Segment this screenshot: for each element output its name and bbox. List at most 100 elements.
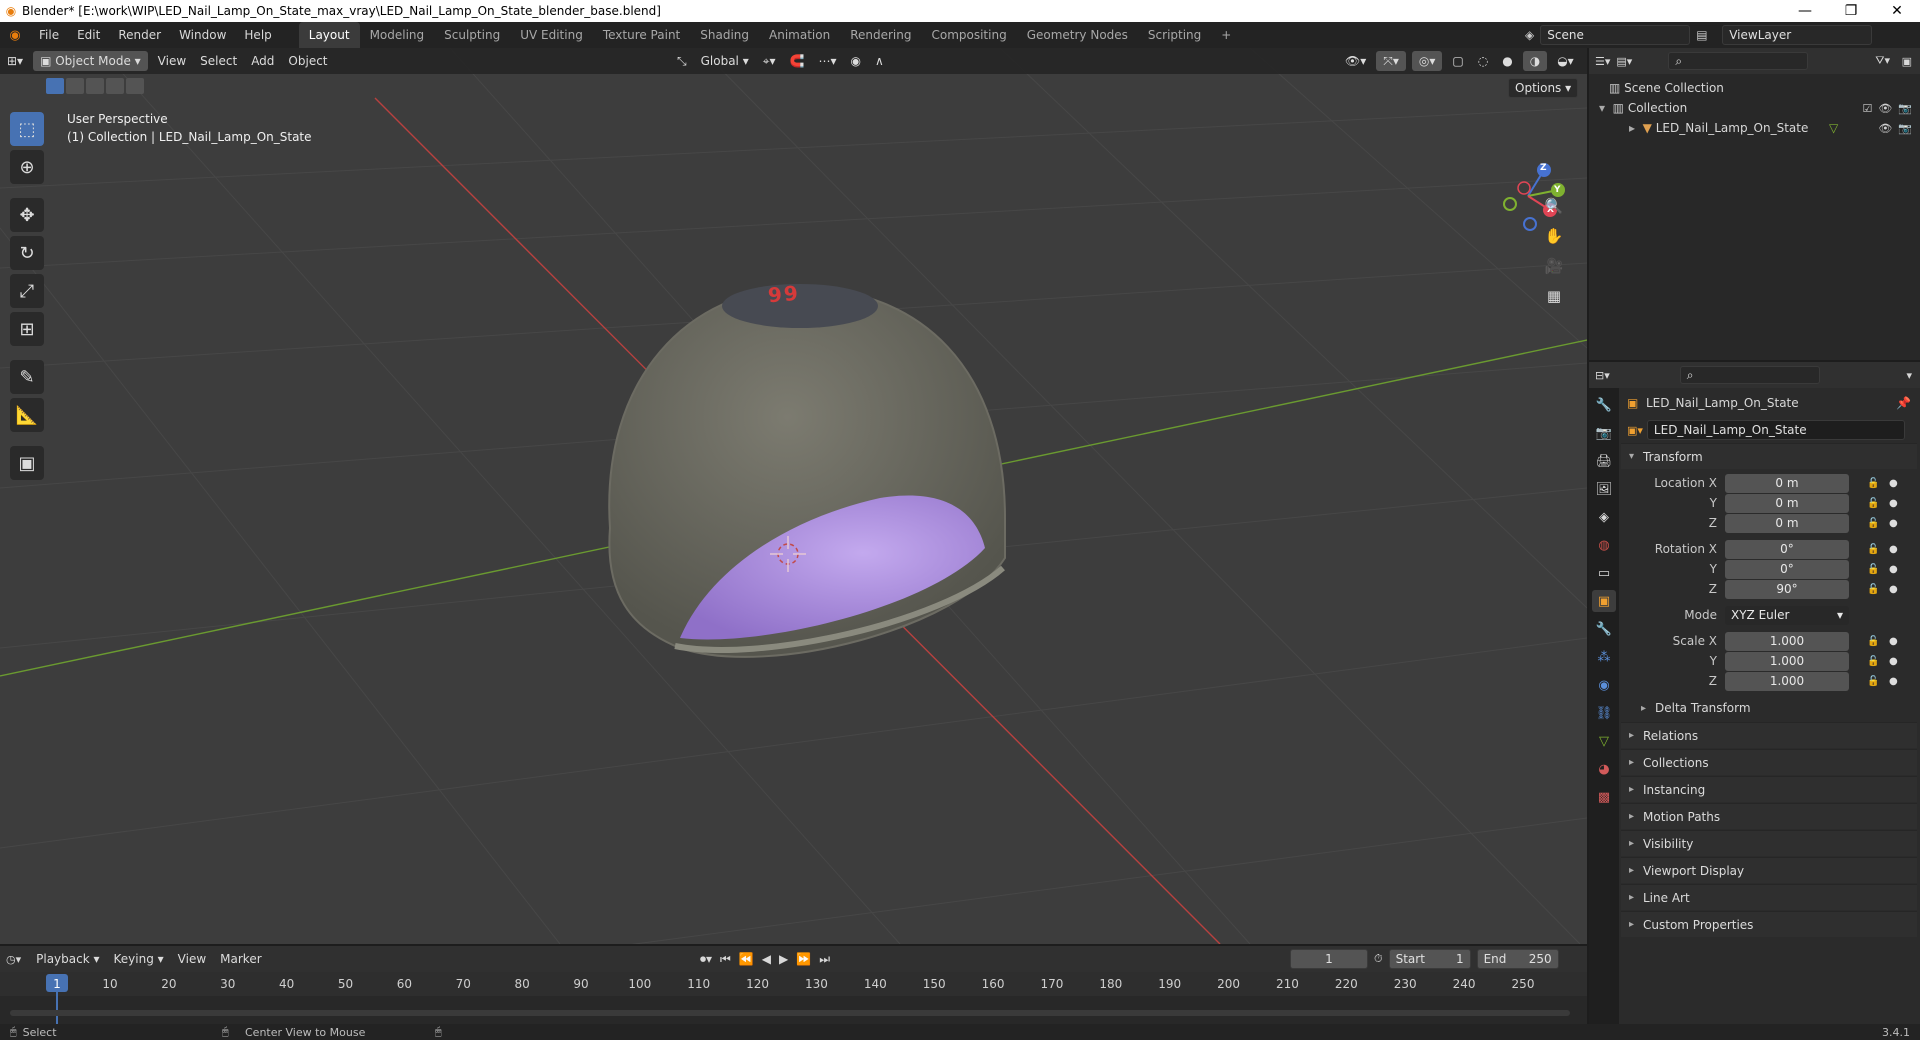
add-cube-tool[interactable]: ▣ xyxy=(10,446,44,480)
panel-line-art[interactable]: ▸ Line Art xyxy=(1621,884,1917,910)
filter-icon[interactable]: ⛛▾ xyxy=(1875,54,1890,68)
chevron-down-icon[interactable]: ▾ xyxy=(1906,369,1912,382)
options-dropdown[interactable]: Options ▾ xyxy=(1508,78,1579,98)
menu-edit[interactable]: Edit xyxy=(68,22,109,48)
tab-layout[interactable]: Layout xyxy=(298,22,360,48)
editor-type-icon[interactable]: ⊞▾ xyxy=(0,51,30,71)
physics-tab-icon[interactable]: ◉ xyxy=(1592,674,1616,696)
falloff-icon[interactable]: ∧ xyxy=(868,51,891,71)
cursor-tool[interactable]: ⊕ xyxy=(10,150,44,184)
scene-selector[interactable]: Scene xyxy=(1540,25,1691,45)
panel-motion-paths[interactable]: ▸ Motion Paths xyxy=(1621,803,1917,829)
tab-texture-paint[interactable]: Texture Paint xyxy=(593,22,690,48)
select-extend-icon[interactable] xyxy=(66,78,84,94)
keyframe-dot-icon[interactable]: ● xyxy=(1889,498,1898,509)
menu-marker[interactable]: Marker xyxy=(213,949,268,969)
constraints-tab-icon[interactable]: ⛓ xyxy=(1592,702,1616,724)
lock-icon[interactable]: 🔓 xyxy=(1867,584,1879,595)
mode-selector[interactable]: ▣ Object Mode ▾ xyxy=(33,51,148,71)
scene-tab-icon[interactable]: ◈ xyxy=(1592,506,1616,528)
menu-playback[interactable]: Playback ▾ xyxy=(29,949,106,969)
menu-help[interactable]: Help xyxy=(235,22,280,48)
checkbox-icon[interactable]: ☑ xyxy=(1862,102,1872,115)
collapse-arrow-icon[interactable]: ▸ xyxy=(1629,121,1643,135)
3d-viewport[interactable]: 99 Z Y X ⊞▾ ▣ Object Mode ▾ View Select … xyxy=(0,48,1587,944)
material-shading-icon[interactable]: ◑ xyxy=(1522,51,1548,71)
lock-icon[interactable]: 🔓 xyxy=(1867,656,1879,667)
menu-timeline-view[interactable]: View xyxy=(171,949,213,969)
lock-icon[interactable]: 🔓 xyxy=(1867,498,1879,509)
delta-transform-subpanel[interactable]: ▸ Delta Transform xyxy=(1621,695,1917,721)
view-layer-tab-icon[interactable]: 🖼 xyxy=(1592,478,1616,500)
current-frame-field[interactable]: 1 xyxy=(1290,949,1368,969)
panel-instancing[interactable]: ▸ Instancing xyxy=(1621,776,1917,802)
start-frame-field[interactable]: Start 1 xyxy=(1388,949,1471,969)
timeline-ruler[interactable]: 1 10 20 30 40 50 60 70 80 90 100 110 120 130 140 150 160… xyxy=(0,972,1587,1024)
lock-icon[interactable]: 🔓 xyxy=(1867,676,1879,687)
orientation-selector[interactable]: Global ▾ xyxy=(694,51,756,71)
outliner-editor-icon[interactable]: ☰▾ xyxy=(1595,55,1610,68)
select-new-icon[interactable] xyxy=(46,78,64,94)
stopwatch-icon[interactable]: ⏱ xyxy=(1374,952,1383,966)
tab-animation[interactable]: Animation xyxy=(759,22,840,48)
zoom-icon[interactable]: 🔍 xyxy=(1541,193,1567,219)
camera-icon[interactable]: 📷 xyxy=(1898,102,1912,115)
rotation-x-field[interactable]: 0° xyxy=(1725,539,1849,559)
camera-icon[interactable]: 📷 xyxy=(1898,122,1912,135)
pin-icon[interactable]: 📌 xyxy=(1896,396,1911,410)
menu-keying[interactable]: Keying ▾ xyxy=(107,949,171,969)
keyframe-dot-icon[interactable]: ● xyxy=(1889,544,1898,555)
transform-tool[interactable]: ⊞ xyxy=(10,312,44,346)
render-tab-icon[interactable]: 📷 xyxy=(1592,422,1616,444)
rotation-z-field[interactable]: 90° xyxy=(1725,579,1849,599)
rotation-y-field[interactable]: 0° xyxy=(1725,559,1849,579)
properties-search-input[interactable]: ⌕ xyxy=(1679,366,1820,384)
panel-relations[interactable]: ▸ Relations xyxy=(1621,722,1917,748)
keyframe-dot-icon[interactable]: ● xyxy=(1889,564,1898,575)
lock-icon[interactable]: 🔓 xyxy=(1867,518,1879,529)
measure-tool[interactable]: 📐 xyxy=(10,398,44,432)
tab-compositing[interactable]: Compositing xyxy=(921,22,1016,48)
wireframe-shading-icon[interactable]: ◌ xyxy=(1471,51,1495,71)
menu-window[interactable]: Window xyxy=(170,22,235,48)
keyframe-dot-icon[interactable]: ● xyxy=(1889,676,1898,687)
keyframe-dot-icon[interactable]: ● xyxy=(1889,636,1898,647)
scale-x-field[interactable]: 1.000 xyxy=(1725,631,1849,651)
keyframe-dot-icon[interactable]: ● xyxy=(1889,584,1898,595)
outliner-row-scene-collection[interactable]: ▥ Scene Collection xyxy=(1589,78,1920,98)
eye-icon[interactable]: 👁 xyxy=(1878,122,1892,135)
display-mode-icon[interactable]: ▤▾ xyxy=(1616,55,1632,68)
data-tab-icon[interactable]: ▽ xyxy=(1592,730,1616,752)
location-x-field[interactable]: 0 m xyxy=(1725,473,1849,493)
camera-view-icon[interactable]: 🎥 xyxy=(1541,253,1567,279)
select-intersect-icon[interactable] xyxy=(126,78,144,94)
outliner-search-input[interactable]: ⌕ xyxy=(1668,52,1809,70)
solid-shading-icon[interactable]: ● xyxy=(1495,51,1519,71)
tab-shading[interactable]: Shading xyxy=(690,22,759,48)
transform-panel-header[interactable]: ▾ Transform xyxy=(1621,443,1917,469)
panel-viewport-display[interactable]: ▸ Viewport Display xyxy=(1621,857,1917,883)
view-layer-selector[interactable]: ViewLayer xyxy=(1722,25,1873,45)
close-button[interactable]: ✕ xyxy=(1874,0,1920,22)
scale-z-field[interactable]: 1.000 xyxy=(1725,671,1849,691)
visibility-icon[interactable]: 👁▾ xyxy=(1338,51,1373,71)
xray-icon[interactable]: ▢ xyxy=(1445,51,1470,71)
scene-icon[interactable]: ◈ xyxy=(1525,28,1534,42)
particles-tab-icon[interactable]: ⁂ xyxy=(1592,646,1616,668)
record-icon[interactable]: ⏺▾ xyxy=(700,952,712,967)
play-icon[interactable]: ▶ xyxy=(779,952,788,966)
tool-tab-icon[interactable]: 🔧 xyxy=(1592,394,1616,416)
gizmo-toggle-icon[interactable]: ⤧▾ xyxy=(1376,51,1406,71)
modifier-tab-icon[interactable]: 🔧 xyxy=(1592,618,1616,640)
new-collection-icon[interactable]: ▣ xyxy=(1902,55,1912,68)
overlay-toggle-icon[interactable]: ◎▾ xyxy=(1411,51,1443,71)
scale-tool[interactable]: ⤢ xyxy=(10,274,44,308)
menu-select[interactable]: Select xyxy=(193,51,244,71)
output-tab-icon[interactable]: 🖨 xyxy=(1592,450,1616,472)
view-layer-icon[interactable]: ▤ xyxy=(1696,28,1716,42)
move-tool[interactable]: ✥ xyxy=(10,198,44,232)
lock-icon[interactable]: 🔓 xyxy=(1867,544,1879,555)
annotate-tool[interactable]: ✎ xyxy=(10,360,44,394)
menu-add[interactable]: Add xyxy=(244,51,281,71)
blender-menu-icon[interactable]: ◉ xyxy=(0,28,30,43)
